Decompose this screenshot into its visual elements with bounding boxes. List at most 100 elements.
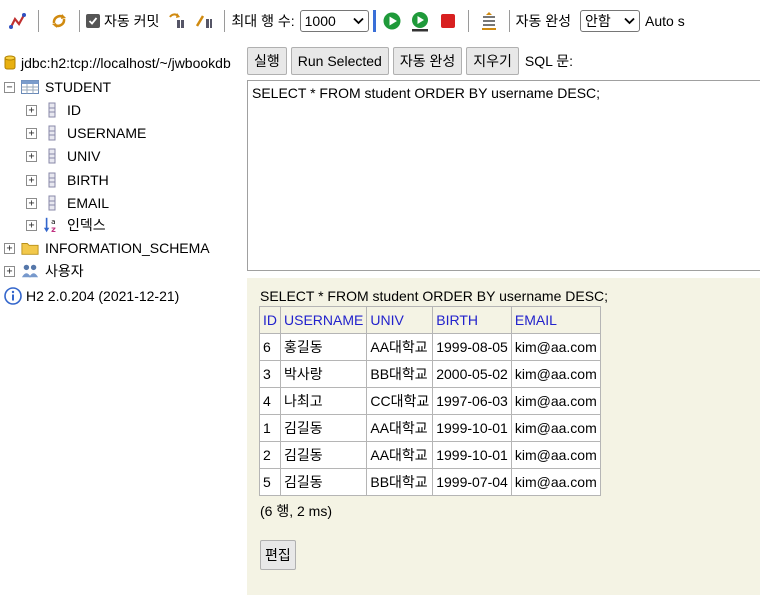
column-icon: [43, 101, 61, 119]
focus-marker: [372, 10, 376, 32]
cell-birth: 1997-06-03: [432, 387, 512, 415]
auto-complete-button[interactable]: 자동 완성: [392, 47, 463, 75]
expand-icon[interactable]: +: [4, 265, 15, 277]
cell-email: kim@aa.com: [510, 468, 601, 496]
edit-button[interactable]: 편집: [260, 540, 296, 570]
toolbar-separator: [467, 10, 469, 32]
result-query: SELECT * FROM student ORDER BY username …: [260, 288, 609, 304]
chevron-down-icon: [624, 17, 635, 25]
toolbar-separator: [38, 10, 39, 32]
tree-node-column[interactable]: + EMAIL: [26, 192, 109, 214]
run-selected-button[interactable]: Run Selected: [290, 47, 389, 75]
cell-id: 5: [259, 468, 281, 496]
result-table: ID USERNAME UNIV BIRTH EMAIL 6 홍길동 AA대학교…: [259, 306, 601, 496]
expand-icon[interactable]: +: [4, 242, 15, 254]
toolbar-separator: [79, 10, 80, 32]
table-row: 6 홍길동 AA대학교 1999-08-05 kim@aa.com: [259, 333, 601, 361]
disconnect-icon[interactable]: [7, 10, 29, 32]
auto-complete-value: 안함: [585, 13, 611, 29]
cell-univ: AA대학교: [366, 333, 434, 361]
tree-node-column[interactable]: + USERNAME: [26, 122, 146, 144]
table-row: 2 김길동 AA대학교 1999-10-01 kim@aa.com: [259, 441, 601, 469]
database-icon: [4, 55, 16, 71]
tree-node-users[interactable]: + 사용자: [4, 260, 84, 282]
max-rows-select[interactable]: 1000: [299, 10, 369, 32]
connection-node[interactable]: jdbc:h2:tcp://localhost/~/jwbookdb: [4, 53, 246, 73]
result-row-count: (6 행, 2 ms): [260, 503, 332, 519]
column-name: UNIV: [67, 148, 101, 164]
expand-icon[interactable]: +: [26, 219, 37, 231]
cell-email: kim@aa.com: [510, 333, 601, 361]
column-name: BIRTH: [67, 172, 109, 188]
expand-icon[interactable]: +: [26, 127, 37, 139]
auto-complete-select[interactable]: 안함: [580, 10, 641, 32]
cell-username: 김길동: [279, 414, 368, 442]
tree-node-column[interactable]: + UNIV: [26, 145, 100, 167]
tree-node-indexes[interactable]: + az 인덱스: [26, 214, 106, 236]
users-label: 사용자: [45, 263, 84, 279]
refresh-icon[interactable]: [48, 10, 70, 32]
table-icon: [21, 78, 39, 96]
sql-history-icon[interactable]: [478, 10, 500, 32]
table-header-row: ID USERNAME UNIV BIRTH EMAIL: [259, 306, 601, 334]
cell-univ: AA대학교: [366, 414, 434, 442]
expand-icon[interactable]: +: [26, 150, 37, 162]
cell-email: kim@aa.com: [510, 414, 601, 442]
auto-commit-checkbox[interactable]: [86, 14, 100, 28]
column-header-id[interactable]: ID: [259, 306, 281, 334]
info-schema-label: INFORMATION_SCHEMA: [45, 240, 210, 256]
tree-node-student[interactable]: − STUDENT: [4, 76, 111, 98]
auto-complete-label: 자동 완성: [515, 13, 572, 29]
tree-node-column[interactable]: + ID: [26, 99, 81, 121]
run-selected-icon[interactable]: [409, 10, 431, 32]
info-icon: [4, 287, 22, 305]
cell-username: 박사랑: [279, 360, 368, 388]
column-header-univ[interactable]: UNIV: [366, 306, 434, 334]
clear-button[interactable]: 지우기: [466, 47, 519, 75]
cell-birth: 1999-08-05: [432, 333, 512, 361]
column-icon: [43, 194, 61, 212]
column-name: EMAIL: [67, 195, 110, 211]
cell-email: kim@aa.com: [510, 360, 601, 388]
version-node: H2 2.0.204 (2021-12-21): [4, 285, 179, 307]
tree-node-column[interactable]: + BIRTH: [26, 169, 109, 191]
cell-id: 2: [259, 441, 281, 469]
expand-icon[interactable]: +: [26, 174, 37, 186]
expand-icon[interactable]: +: [26, 104, 37, 116]
sql-editor[interactable]: SELECT * FROM student ORDER BY username …: [247, 80, 760, 271]
cell-univ: CC대학교: [366, 387, 434, 415]
column-icon: [43, 147, 61, 165]
sort-az-icon: az: [43, 216, 61, 234]
commit-icon[interactable]: [193, 10, 215, 32]
auto-select-label: Auto s: [645, 13, 685, 29]
expand-icon[interactable]: +: [26, 197, 37, 209]
cell-univ: AA대학교: [366, 441, 434, 469]
run-icon[interactable]: [381, 10, 403, 32]
query-button-bar: 실행 Run Selected 자동 완성 지우기 SQL 문:: [247, 46, 573, 76]
max-rows-label: 최대 행 수:: [231, 13, 295, 29]
rollback-icon[interactable]: [165, 10, 187, 32]
column-header-username[interactable]: USERNAME: [279, 306, 368, 334]
cell-username: 김길동: [279, 468, 368, 496]
cell-birth: 2000-05-02: [432, 360, 512, 388]
cell-univ: BB대학교: [366, 468, 434, 496]
table-row: 3 박사랑 BB대학교 2000-05-02 kim@aa.com: [259, 360, 601, 388]
users-icon: [21, 262, 39, 280]
column-header-birth[interactable]: BIRTH: [432, 306, 512, 334]
indexes-label: 인덱스: [67, 217, 106, 233]
column-icon: [43, 171, 61, 189]
stop-icon[interactable]: [437, 10, 459, 32]
chevron-down-icon: [352, 17, 364, 25]
column-header-email[interactable]: EMAIL: [510, 306, 601, 334]
run-button[interactable]: 실행: [247, 47, 287, 75]
cell-id: 4: [259, 387, 281, 415]
cell-id: 3: [259, 360, 281, 388]
table-row: 4 나최고 CC대학교 1997-06-03 kim@aa.com: [259, 387, 601, 415]
tree-node-information-schema[interactable]: + INFORMATION_SCHEMA: [4, 237, 210, 259]
column-name: ID: [67, 102, 81, 118]
cell-birth: 1999-10-01: [432, 441, 512, 469]
toolbar-separator: [224, 10, 226, 32]
collapse-icon[interactable]: −: [4, 81, 15, 93]
toolbar-separator: [508, 10, 510, 32]
cell-id: 1: [259, 414, 281, 442]
